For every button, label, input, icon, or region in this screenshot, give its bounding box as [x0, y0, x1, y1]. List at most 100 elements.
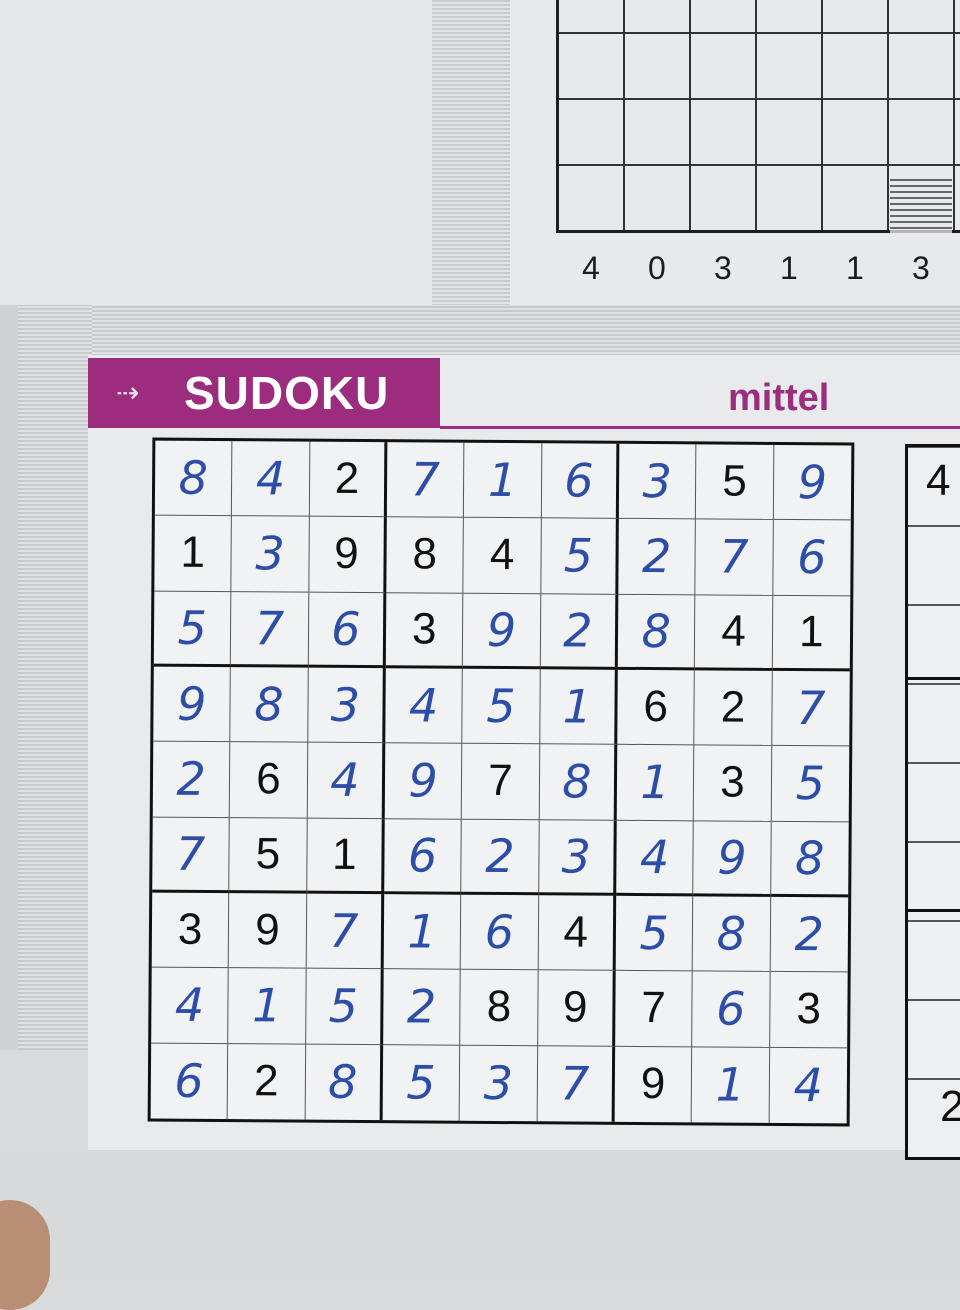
sudoku-cell[interactable]: 7	[306, 893, 385, 970]
paper-bottom	[0, 1150, 960, 1280]
sudoku-cell[interactable]: 6	[384, 818, 463, 895]
top-number: 1	[780, 250, 798, 286]
sudoku-cell[interactable]: 8	[154, 440, 233, 517]
sudoku-cell[interactable]: 3	[385, 592, 464, 669]
sudoku-cell[interactable]: 1	[772, 595, 851, 672]
sudoku-cell[interactable]: 6	[772, 520, 851, 597]
sudoku-cell[interactable]: 4	[769, 1048, 847, 1124]
sudoku-cell[interactable]: 1	[539, 669, 618, 746]
sudoku-cell[interactable]: 5	[540, 518, 619, 595]
sudoku-cell[interactable]: 8	[539, 744, 618, 821]
sudoku-cell[interactable]: 3	[231, 516, 310, 593]
thumb	[0, 1200, 50, 1310]
sudoku-cell[interactable]: 7	[615, 971, 694, 1047]
sudoku-cell[interactable]: 9	[537, 970, 616, 1047]
sudoku-cell[interactable]: 2	[309, 441, 388, 518]
sudoku-cell[interactable]: 2	[770, 896, 849, 973]
sudoku-cell[interactable]: 6	[692, 971, 771, 1048]
sudoku-cell[interactable]: 9	[384, 743, 463, 820]
sudoku-cell[interactable]: 5	[771, 746, 850, 823]
sudoku-cell[interactable]: 3	[538, 819, 617, 896]
dotted-arrow-icon: ⇢	[116, 377, 140, 408]
sudoku-cell[interactable]: 2	[227, 1043, 306, 1120]
sudoku-cell[interactable]: 3	[459, 1045, 538, 1122]
sudoku-cell[interactable]: 3	[151, 892, 230, 969]
sudoku-cell[interactable]: 3	[694, 745, 772, 822]
sudoku-cell[interactable]: 8	[693, 896, 771, 973]
sudoku-cell[interactable]: 2	[461, 819, 540, 896]
sudoku-cell[interactable]: 6	[150, 1043, 229, 1120]
sudoku-cell[interactable]: 6	[461, 894, 539, 971]
sudoku-cell[interactable]: 1	[306, 818, 385, 895]
sudoku-cell[interactable]: 4	[616, 820, 695, 897]
box-line	[908, 677, 960, 680]
sudoku-cell[interactable]: 3	[618, 443, 697, 520]
sudoku-cell[interactable]: 9	[614, 1046, 693, 1123]
sudoku-cell[interactable]: 1	[383, 894, 462, 971]
box-line	[908, 909, 960, 912]
sudoku-cell[interactable]: 9	[229, 893, 307, 969]
sudoku-cell[interactable]: 1	[464, 442, 543, 519]
sudoku-cell[interactable]: 4	[232, 441, 311, 517]
sudoku-cell[interactable]: 1	[616, 745, 695, 822]
sudoku-cell[interactable]: 5	[153, 591, 232, 668]
sudoku-cell[interactable]: 8	[770, 821, 849, 898]
sudoku-cell[interactable]: 1	[691, 1046, 770, 1123]
sudoku-cell[interactable]: 7	[231, 591, 309, 668]
sudoku-cell[interactable]: 3	[769, 972, 848, 1049]
water-icon	[890, 178, 952, 233]
sudoku-grid: 8427163591398452765763928419834516272649…	[147, 437, 855, 1127]
sudoku-cell[interactable]: 2	[152, 741, 231, 818]
paper-edge	[0, 305, 18, 1050]
sudoku-cell[interactable]: 8	[386, 517, 465, 594]
sudoku-cell[interactable]: 7	[152, 817, 231, 894]
sudoku-cell[interactable]: 4	[307, 742, 386, 819]
difficulty-label: mittel	[728, 377, 830, 419]
sudoku-cell[interactable]: 8	[230, 667, 309, 743]
sudoku-cell[interactable]: 4	[538, 895, 617, 972]
top-number: 0	[648, 250, 666, 286]
sudoku-cell[interactable]: 3	[307, 667, 386, 744]
sudoku-cell[interactable]: 7	[695, 519, 774, 596]
top-number: 4	[582, 250, 600, 286]
sudoku-cell[interactable]: 2	[383, 969, 462, 1046]
top-number: 3	[714, 250, 732, 286]
sudoku-cell[interactable]: 2	[694, 670, 773, 747]
header-rule	[440, 426, 960, 429]
sudoku-cell[interactable]: 9	[773, 444, 852, 521]
sudoku-cell[interactable]: 5	[229, 817, 308, 894]
sudoku-cell[interactable]: 9	[463, 593, 541, 670]
sudoku-cell[interactable]: 5	[696, 444, 775, 521]
sudoku-cell[interactable]: 8	[617, 594, 696, 671]
sudoku-cell[interactable]: 9	[693, 821, 772, 897]
sudoku-cell[interactable]: 5	[382, 1044, 461, 1121]
sudoku-cell[interactable]: 6	[617, 669, 696, 746]
sudoku-cell[interactable]: 2	[618, 519, 697, 596]
next-grid-digit: 2	[940, 1082, 960, 1131]
sudoku-cell[interactable]: 7	[462, 744, 540, 820]
sudoku-cell[interactable]: 6	[308, 592, 387, 669]
newspaper-column-left	[0, 0, 432, 305]
sudoku-cell[interactable]: 1	[154, 515, 233, 592]
sudoku-cell[interactable]: 7	[537, 1045, 616, 1122]
sudoku-cell[interactable]: 9	[308, 516, 387, 593]
sudoku-cell[interactable]: 6	[541, 443, 620, 520]
sudoku-cell[interactable]: 5	[305, 968, 384, 1045]
sudoku-cell[interactable]: 8	[305, 1044, 384, 1121]
sudoku-cell[interactable]: 4	[151, 967, 230, 1044]
sudoku-cell[interactable]: 1	[228, 968, 307, 1045]
top-puzzle-numbers: 4 0 3 1 1 3	[582, 250, 960, 287]
sudoku-cell[interactable]: 2	[540, 593, 619, 670]
sudoku-cell[interactable]: 5	[462, 668, 541, 745]
sudoku-cell[interactable]: 7	[771, 670, 850, 747]
sudoku-cell[interactable]: 6	[230, 742, 308, 819]
sudoku-cell[interactable]: 5	[615, 895, 694, 972]
sudoku-cell[interactable]: 4	[695, 595, 773, 671]
sudoku-cell[interactable]: 4	[385, 668, 464, 745]
sudoku-cell[interactable]: 8	[460, 970, 539, 1046]
puzzle-title: SUDOKU	[184, 367, 390, 419]
sudoku-cell[interactable]: 7	[386, 442, 465, 519]
next-grid-digit: 4	[926, 456, 951, 505]
sudoku-cell[interactable]: 4	[463, 518, 542, 594]
sudoku-cell[interactable]: 9	[153, 666, 232, 743]
